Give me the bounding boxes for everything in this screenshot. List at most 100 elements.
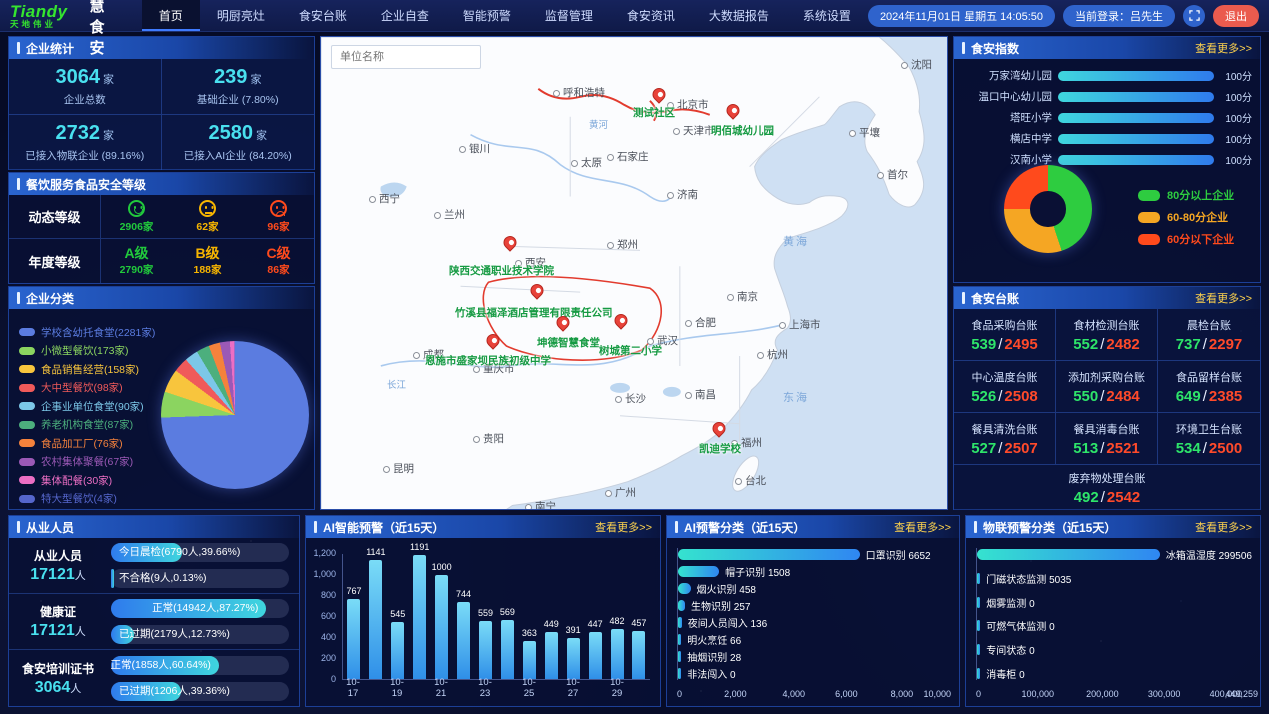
menu-item-settings[interactable]: 系统设置: [786, 0, 868, 31]
fullscreen-button[interactable]: [1183, 5, 1205, 27]
menu-item-home[interactable]: 首页: [142, 0, 200, 31]
x-tick: 0: [976, 689, 981, 699]
legend-label: 60-80分企业: [1167, 209, 1228, 225]
annual-level-row: 年度等级 A级 2790家 B级 188家 C级 86家: [9, 239, 314, 283]
bar[interactable]: 391: [567, 638, 580, 679]
legend-item[interactable]: 特大型餐饮(4家): [19, 490, 155, 509]
city-pyongyang: 平壤: [849, 125, 880, 140]
bar[interactable]: 363: [523, 641, 536, 679]
bar[interactable]: [678, 566, 719, 577]
legend-swatch: [1138, 190, 1160, 201]
legend-item[interactable]: 企事业单位食堂(90家): [19, 397, 155, 416]
view-more-link[interactable]: 查看更多>>: [1195, 40, 1252, 56]
city-tianjin: 天津市: [673, 123, 715, 138]
map-pin-icon: [528, 281, 546, 299]
marker-label-zhuxi-hotel[interactable]: 竹溪县福泽酒店管理有限责任公司: [455, 305, 613, 320]
bar[interactable]: [678, 617, 682, 628]
bar[interactable]: [977, 644, 980, 655]
map-pin[interactable]: [487, 334, 500, 347]
legend-item[interactable]: 小微型餐饮(173家): [19, 342, 155, 361]
fullscreen-icon: [1189, 10, 1200, 21]
map-pin[interactable]: [653, 88, 666, 101]
bar[interactable]: [678, 600, 685, 611]
china-map[interactable]: 黄海 东海 黄河 长江 沈阳 呼和浩特 北京市 天津市 平壤 首尔 银川 石家庄…: [320, 36, 948, 510]
bar[interactable]: 767: [347, 599, 360, 679]
bar[interactable]: 1141: [369, 560, 382, 679]
menu-item-ledger[interactable]: 食安台账: [282, 0, 364, 31]
legend-item[interactable]: 60分以下企业: [1138, 231, 1234, 247]
legend-item[interactable]: 集体配餐(30家): [19, 471, 155, 490]
marker-label-shaanxi-college[interactable]: 陕西交通职业技术学院: [449, 263, 554, 278]
bar[interactable]: [977, 620, 980, 631]
view-more-link[interactable]: 查看更多>>: [595, 519, 652, 535]
legend-item[interactable]: 60-80分企业: [1138, 209, 1234, 225]
city-guangzhou: 广州: [605, 485, 636, 500]
bar[interactable]: [977, 549, 1160, 560]
map-search-input[interactable]: [331, 45, 481, 69]
bar[interactable]: [678, 634, 681, 645]
navbar-right: 2024年11月01日 星期五 14:05:50 当前登录：吕先生 退出: [868, 5, 1259, 27]
bar[interactable]: 569: [501, 620, 514, 679]
bar[interactable]: [678, 668, 681, 679]
bar[interactable]: [678, 549, 860, 560]
legend-item[interactable]: 80分以上企业: [1138, 187, 1234, 203]
bar[interactable]: 482: [611, 629, 624, 679]
legend-item[interactable]: 大中型餐饮(98家): [19, 379, 155, 398]
logo-subtext: 天地伟业: [10, 20, 67, 29]
menu-item-kitchen[interactable]: 明厨亮灶: [200, 0, 282, 31]
marker-label-kunde-canteen[interactable]: 坤德智慧食堂: [537, 335, 600, 350]
bar[interactable]: [977, 668, 980, 679]
map-pin[interactable]: [727, 104, 740, 117]
panel-enterprise-stats: 企业统计 3064家 企业总数 239家 基础企业 (7.80%) 2732家 …: [8, 36, 315, 170]
sea-label-east-sea: 东海: [783, 389, 809, 405]
bar[interactable]: 744: [457, 602, 470, 680]
bar[interactable]: 447: [589, 632, 602, 679]
marker-label-enshi-school[interactable]: 恩施市盛家坝民族初级中学: [425, 353, 551, 368]
school-score: 100分: [1214, 152, 1252, 167]
bar[interactable]: 1191: [413, 555, 426, 679]
bar[interactable]: 449: [545, 632, 558, 679]
legend-item[interactable]: 食品销售经营(158家): [19, 360, 155, 379]
menu-item-news[interactable]: 食安资讯: [610, 0, 692, 31]
legend-label: 80分以上企业: [1167, 187, 1234, 203]
map-pin[interactable]: [615, 314, 628, 327]
marker-label-kaidi-school[interactable]: 凯迪学校: [699, 441, 741, 456]
view-more-link[interactable]: 查看更多>>: [894, 519, 951, 535]
bar[interactable]: [977, 597, 980, 608]
marker-label-second-primary[interactable]: 树城第二小学: [599, 343, 662, 358]
index-row: 横店中学 100分: [954, 128, 1260, 149]
map-pin[interactable]: [713, 422, 726, 435]
menu-item-ai-alert[interactable]: 智能预警: [446, 0, 528, 31]
legend-label: 集体配餐(30家): [41, 473, 112, 488]
map-pin-icon: [650, 85, 668, 103]
enterprise-category-pie-chart[interactable]: [161, 341, 309, 489]
panel-ai-alert-chart: AI智能预警（近15天） 查看更多>> 0 200 400 600 800 1,…: [305, 515, 661, 707]
bar[interactable]: [678, 583, 691, 594]
city-changsha: 长沙: [615, 391, 646, 406]
view-more-link[interactable]: 查看更多>>: [1195, 290, 1252, 306]
bar[interactable]: [678, 651, 681, 662]
menu-item-supervision[interactable]: 监督管理: [528, 0, 610, 31]
bar[interactable]: 457: [632, 631, 645, 679]
panel-title: 企业统计: [26, 40, 74, 57]
menu-item-bigdata-report[interactable]: 大数据报告: [692, 0, 786, 31]
legend-item[interactable]: 食品加工厂(76家): [19, 434, 155, 453]
bar[interactable]: 1000: [435, 575, 448, 679]
map-pin[interactable]: [557, 316, 570, 329]
map-pin[interactable]: [504, 236, 517, 249]
legend-item[interactable]: 学校含幼托食堂(2281家): [19, 323, 155, 342]
bar[interactable]: [977, 573, 980, 584]
bar[interactable]: 545: [391, 622, 404, 679]
menu-item-selfcheck[interactable]: 企业自查: [364, 0, 446, 31]
map-pin[interactable]: [531, 284, 544, 297]
legend-swatch: [1138, 234, 1160, 245]
sad-face-icon: [270, 200, 287, 217]
score-donut-chart[interactable]: [1004, 165, 1092, 253]
logout-button[interactable]: 退出: [1213, 5, 1259, 27]
view-more-link[interactable]: 查看更多>>: [1195, 519, 1252, 535]
bar[interactable]: 559: [479, 621, 492, 679]
marker-label-kindergarten[interactable]: 明佰城幼儿园: [711, 123, 774, 138]
legend-item[interactable]: 养老机构食堂(87家): [19, 416, 155, 435]
legend-item[interactable]: 农村集体聚餐(67家): [19, 453, 155, 472]
marker-label-test-community[interactable]: 测试社区: [633, 105, 675, 120]
